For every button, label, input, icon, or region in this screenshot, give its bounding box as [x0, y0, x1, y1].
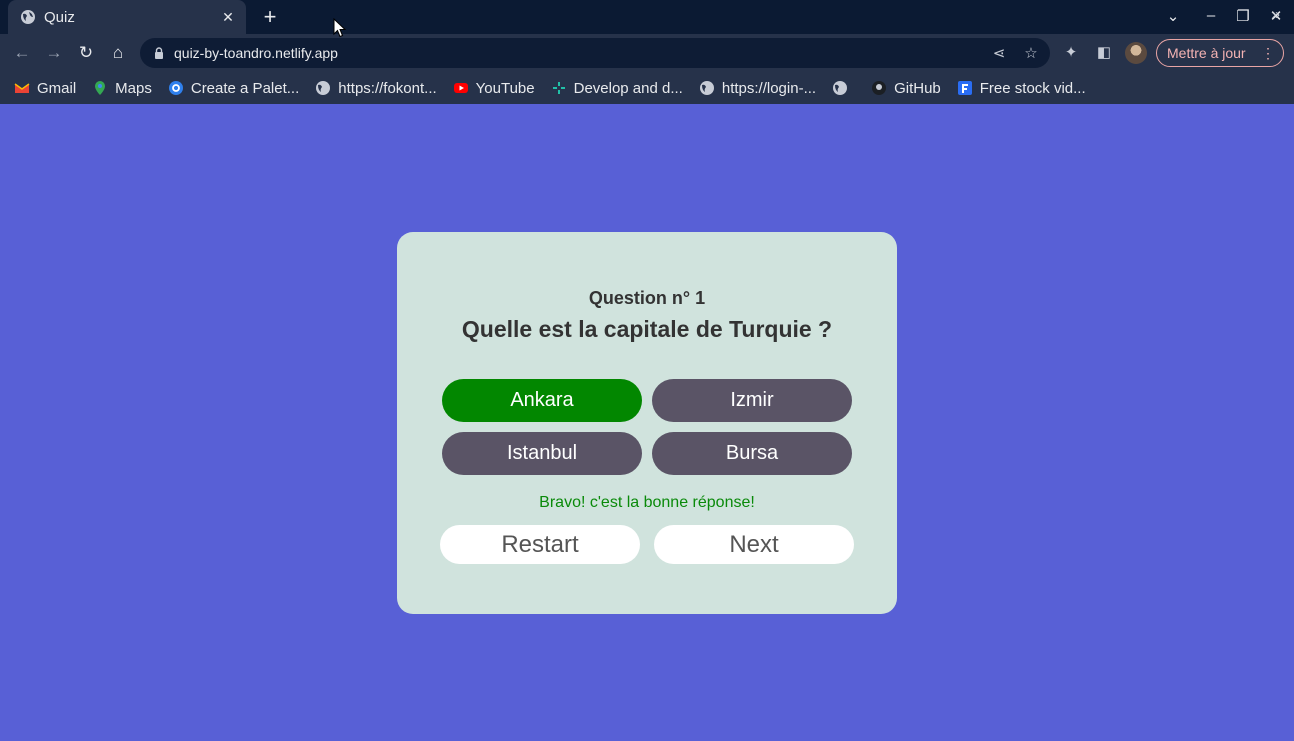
question-number: Question n° 1: [588, 288, 706, 308]
next-button[interactable]: Next: [654, 525, 854, 564]
question-text: Quelle est la capitale de Turquie ?: [461, 316, 833, 342]
bookmark-label: YouTube: [475, 79, 535, 97]
bookmark-item[interactable]: Free stock vid...: [957, 80, 1086, 97]
bookmark-item[interactable]: https://login-...: [699, 80, 816, 97]
globe-icon: [21, 10, 35, 24]
extensions-icon[interactable]: ✦: [1062, 44, 1080, 62]
bookmark-label: GitHub: [894, 79, 941, 97]
answer-button-bursa[interactable]: Bursa: [652, 432, 852, 475]
bookmark-label: https://login-...: [721, 79, 817, 97]
tab-close-icon[interactable]: ✕: [220, 9, 236, 26]
stock-icon: [957, 80, 973, 96]
bookmark-item[interactable]: Develop and d...: [551, 80, 683, 97]
bookmark-label: https://fokont...: [338, 79, 437, 97]
bookmark-item[interactable]: YouTube: [453, 80, 535, 97]
bookmark-label: Create a Palet...: [190, 79, 300, 97]
avatar[interactable]: [1125, 42, 1147, 64]
dev-icon: [551, 80, 567, 96]
tab-quiz[interactable]: Quiz ✕: [8, 0, 246, 34]
menu-dots-icon[interactable]: ⋮: [1261, 44, 1275, 62]
tab-strip: Quiz ✕ + ⌄ – ❐ ✕: [0, 0, 1294, 34]
share-icon[interactable]: ⋖: [990, 45, 1008, 63]
minimize-icon[interactable]: –: [1201, 7, 1221, 24]
bookmark-label: Free stock vid...: [979, 79, 1086, 97]
globe-icon: [832, 80, 848, 96]
home-icon[interactable]: ⌂: [108, 43, 128, 63]
back-icon[interactable]: ←: [12, 43, 32, 63]
answer-button-istanbul[interactable]: Istanbul: [442, 432, 642, 475]
bookmark-label: Gmail: [37, 79, 77, 97]
update-button[interactable]: Mettre à jour ⋮: [1156, 39, 1284, 67]
bookmark-item[interactable]: https://fokont...: [315, 79, 437, 97]
reload-icon[interactable]: ↻: [76, 43, 96, 63]
answer-button-ankara[interactable]: Ankara: [442, 379, 642, 422]
bookmark-label: Develop and d...: [573, 79, 683, 97]
bookmark-star-icon[interactable]: ☆: [1022, 45, 1040, 63]
address-bar[interactable]: quiz-by-toandro.netlify.app ⋖ ☆: [140, 38, 1050, 68]
quiz-card: Question n° 1 Quelle est la capitale de …: [397, 232, 897, 614]
restart-button[interactable]: Restart: [440, 525, 640, 564]
bookmark-item[interactable]: Gmail: [14, 80, 76, 97]
update-label: Mettre à jour: [1167, 45, 1246, 61]
restore-icon[interactable]: ❐: [1233, 7, 1253, 25]
globe-icon: [699, 80, 715, 96]
side-panel-icon[interactable]: ◧: [1095, 44, 1113, 62]
github-icon: [871, 80, 887, 96]
browser-toolbar: ← → ↻ ⌂ quiz-by-toandro.netlify.app ⋖ ☆ …: [0, 34, 1294, 72]
bookmark-item[interactable]: Maps: [92, 80, 152, 97]
bookmark-item[interactable]: Create a Palet...: [168, 80, 299, 97]
mouse-cursor-icon: [333, 18, 347, 38]
feedback-message: Bravo! c'est la bonne réponse!: [539, 494, 755, 511]
bookmark-label: Maps: [115, 79, 152, 97]
more-bookmarks-icon[interactable]: »: [1272, 6, 1280, 23]
new-tab-button[interactable]: +: [258, 6, 282, 28]
canva-icon: [168, 80, 184, 96]
forward-icon[interactable]: →: [44, 43, 64, 63]
bookmark-item[interactable]: [832, 80, 855, 96]
youtube-icon: [453, 80, 469, 96]
globe-icon: [315, 80, 331, 96]
gmail-icon: [14, 80, 30, 96]
maps-icon: [92, 80, 108, 96]
bookmark-item[interactable]: GitHub: [871, 80, 941, 97]
tab-search-chevron-icon[interactable]: ⌄: [1163, 7, 1183, 25]
answer-button-izmir[interactable]: Izmir: [652, 379, 852, 422]
bookmarks-bar: Gmail Maps Create a Palet... https://fokont…: [0, 72, 1294, 104]
url-text: quiz-by-toandro.netlify.app: [174, 45, 338, 61]
lock-icon: [155, 47, 163, 59]
tab-title: Quiz: [44, 8, 75, 26]
